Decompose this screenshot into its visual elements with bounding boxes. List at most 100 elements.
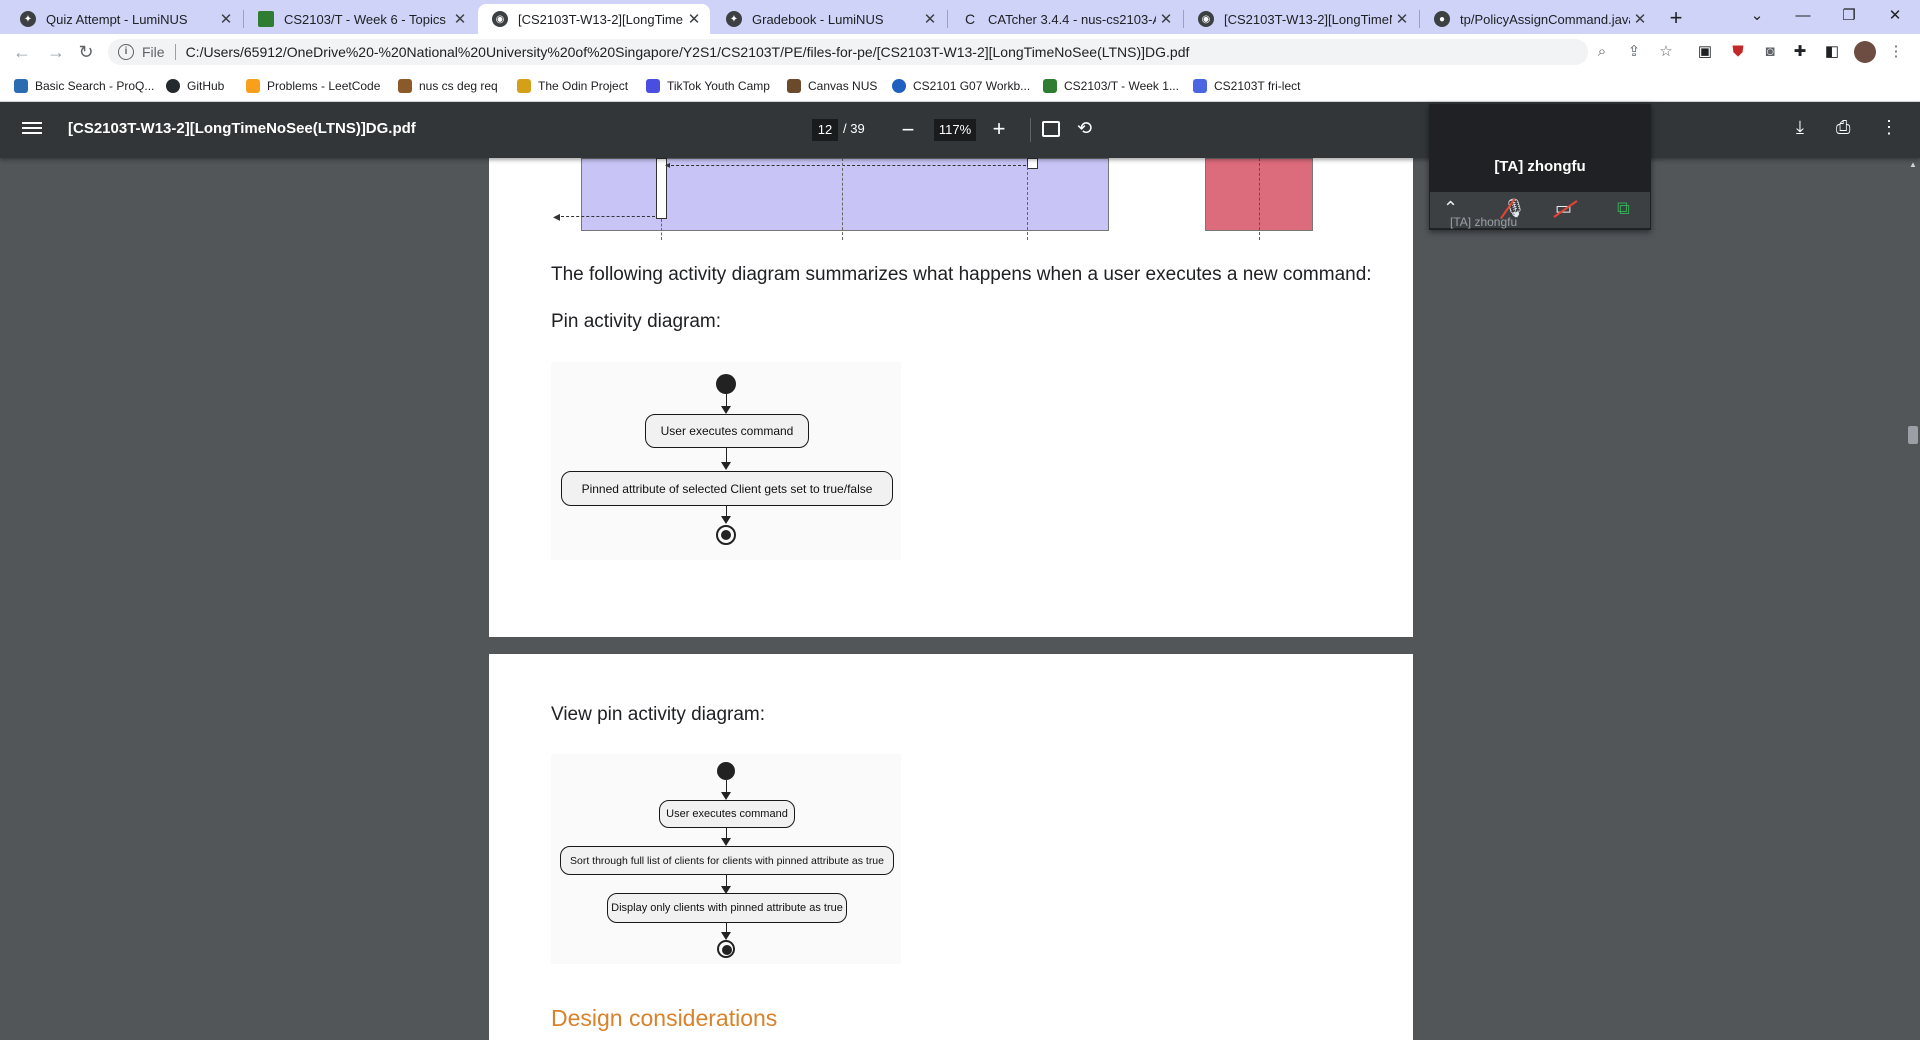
share-icon[interactable]: ⇪ [1622,40,1646,64]
toolbar-divider [1030,118,1031,142]
close-icon[interactable]: ✕ [684,10,704,28]
zoom-video-icon [1193,79,1207,93]
close-icon[interactable]: ✕ [216,10,236,28]
rotate-icon[interactable]: ⟲ [1077,118,1092,139]
bookmark-canvas-nus[interactable]: Canvas NUS [787,77,877,95]
bookmark-github[interactable]: GitHub [166,77,224,95]
side-panel-icon[interactable]: ◧ [1820,40,1844,64]
back-arrow-icon[interactable]: ← [10,40,34,64]
tab-week6-topics[interactable]: CS2103/T - Week 6 - Topics ✕ [244,4,476,34]
restore-button[interactable]: ❐ [1826,0,1872,34]
zoom-level-input[interactable]: 117% [934,119,976,141]
activity-user-executes-command: User executes command [659,800,795,828]
tab-quiz-attempt[interactable]: ✦ Quiz Attempt - LumiNUS ✕ [6,4,242,34]
url-text[interactable]: C:/Users/65912/OneDrive%20-%20National%2… [186,44,1190,60]
activity-user-executes-command: User executes command [645,414,809,448]
tab-title: [CS2103T-W13-2][LongTimeNo [1224,11,1392,27]
puzzle-icon[interactable]: ✚ [1788,40,1812,64]
close-icon[interactable]: ✕ [920,10,940,28]
camera-extension-icon[interactable]: ◙ [1758,40,1782,64]
pdf-page-13: View pin activity diagram: User executes… [489,654,1413,1040]
menu-icon[interactable] [22,119,42,139]
bookmark-tiktok-youth-camp[interactable]: TikTok Youth Camp [646,77,770,95]
close-icon[interactable]: ✕ [450,10,470,28]
catcher-icon: C [964,11,976,27]
tab-search-icon[interactable]: ⌄ [1734,0,1780,34]
arrow-head [721,462,731,470]
lifeline [1259,158,1260,240]
design-considerations-heading: Design considerations [551,1005,778,1031]
end-node [717,940,735,958]
close-window-button[interactable]: ✕ [1872,0,1918,34]
activity-display-pinned: Display only clients with pinned attribu… [607,893,847,923]
zoom-icon[interactable]: ⌕ [1590,40,1614,64]
zoom-in-button[interactable]: + [988,116,1010,142]
luminus-icon: ✦ [20,11,36,27]
open-external-icon[interactable]: ⧉ [1617,198,1630,219]
close-icon[interactable]: ✕ [1392,10,1412,28]
close-icon[interactable]: ✕ [1630,10,1650,28]
extension-icon[interactable]: ▣ [1693,40,1717,64]
lifeline [842,158,843,240]
bookmark-proquest[interactable]: Basic Search - ProQ... [14,77,154,95]
return-arrow-line [666,165,1026,166]
tab-dg-pdf-2[interactable]: ◉ [CS2103T-W13-2][LongTimeNo ✕ [1184,4,1418,34]
odin-icon [517,79,531,93]
more-vert-icon[interactable]: ⋮ [1884,40,1908,64]
tab-catcher[interactable]: C CATcher 3.4.4 - nus-cs2103-AY2 ✕ [948,4,1182,34]
new-tab-button[interactable]: + [1662,4,1690,32]
reload-icon[interactable]: ↻ [74,40,98,64]
tab-gradebook[interactable]: ✦ Gradebook - LumiNUS ✕ [712,4,946,34]
view-pin-diagram-caption: View pin activity diagram: [551,704,766,725]
arrow-head [721,838,731,846]
bookmark-odin-project[interactable]: The Odin Project [517,77,628,95]
luminus-icon: ✦ [726,11,742,27]
pin-diagram-caption: Pin activity diagram: [551,311,722,332]
return-arrow-line [561,216,655,217]
arrow-head [721,792,731,800]
page-number-input[interactable]: 12 [812,119,838,141]
ublock-icon[interactable]: ⛊ [1726,40,1750,64]
info-icon[interactable]: i [118,44,134,60]
tab-dg-pdf-active[interactable]: ◉ [CS2103T-W13-2][LongTimeNoS ✕ [478,4,710,34]
summary-paragraph: The following activity diagram summarize… [551,264,1372,285]
tab-github-policy[interactable]: ● tp/PolicyAssignCommand.java a ✕ [1420,4,1656,34]
tab-title: CATcher 3.4.4 - nus-cs2103-AY2 [988,11,1156,27]
end-node [716,525,736,545]
more-vert-icon[interactable]: ⋮ [1880,117,1898,138]
scrollbar-thumb[interactable] [1908,426,1918,444]
bookmark-star-icon[interactable]: ☆ [1654,40,1678,64]
download-icon[interactable]: ⤓ [1796,117,1804,138]
avatar[interactable] [1854,41,1876,63]
start-node [717,762,735,780]
tab-title: tp/PolicyAssignCommand.java a [1460,11,1630,27]
chrome-file-icon: ◉ [492,11,508,27]
arrow-head [721,406,731,414]
bookmark-cs2103t-fri-lect[interactable]: CS2103T fri-lect [1193,77,1300,95]
zoom-out-button[interactable]: − [897,117,919,143]
github-icon [166,79,180,93]
forward-arrow-icon[interactable]: → [44,40,68,64]
address-bar[interactable]: i File C:/Users/65912/OneDrive%20-%20Nat… [108,39,1588,65]
fit-page-icon[interactable] [1042,121,1060,137]
arrow-head-left: ◂ [665,160,671,171]
bookmark-cs2101-workbook[interactable]: CS2101 G07 Workb... [892,77,1030,95]
pin-activity-diagram: User executes command Pinned attribute o… [551,362,901,560]
bookmark-cs2103-week1[interactable]: CS2103/T - Week 1... [1043,77,1179,95]
pdf-page-12: ◂ ◂ The following activity diagram summa… [489,102,1413,637]
print-icon[interactable]: ⎙ [1836,117,1850,138]
nus-crest-icon [787,79,801,93]
graduation-cap-icon [258,11,274,27]
bookmark-nus-deg-req[interactable]: nus cs deg req [398,77,498,95]
bookmark-leetcode[interactable]: Problems - LeetCode [246,77,380,95]
close-icon[interactable]: ✕ [1156,10,1176,28]
nus-crest-icon [398,79,412,93]
scrollbar-track[interactable] [1906,158,1920,1040]
minimize-button[interactable]: — [1780,0,1826,34]
graduation-cap-icon [1043,79,1057,93]
chevron-up-icon[interactable]: ⌃ [1443,198,1458,219]
omnibox-divider [174,44,176,60]
scroll-up-icon[interactable]: ▲ [1906,160,1920,169]
github-icon: ● [1434,11,1450,27]
arrow-head [721,932,731,940]
